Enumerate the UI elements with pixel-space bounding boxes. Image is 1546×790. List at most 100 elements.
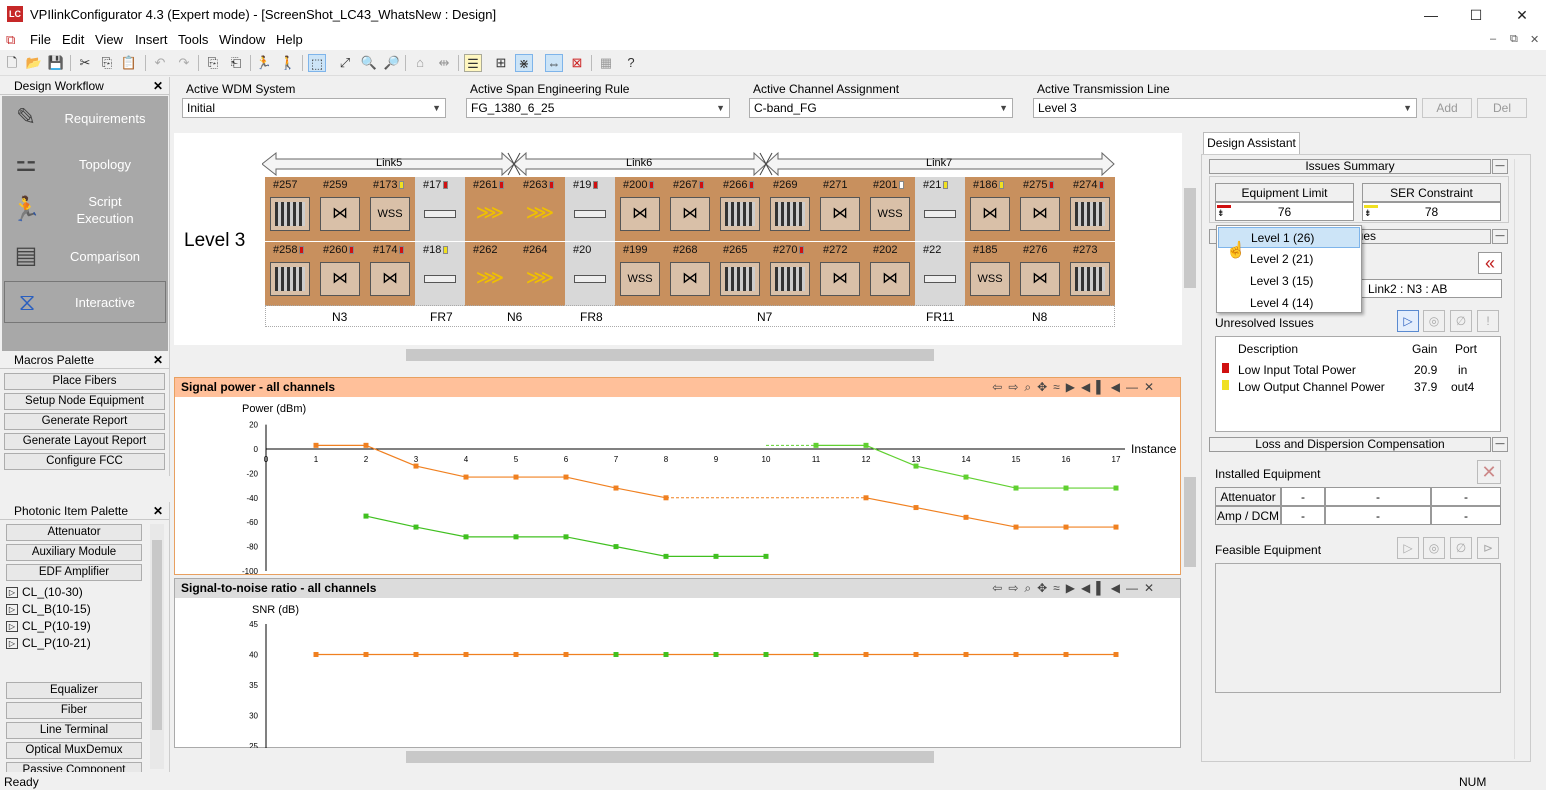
ignore-icon[interactable]: ∅ xyxy=(1450,537,1472,559)
equipment-icon[interactable]: ⋈ xyxy=(970,197,1010,231)
equipment-icon[interactable] xyxy=(570,262,610,296)
equipment-icon[interactable]: ⋙ xyxy=(470,197,510,231)
redo-icon[interactable]: ↷ xyxy=(175,54,193,72)
issue-desc[interactable]: Low Output Channel Power xyxy=(1238,380,1385,394)
layout-icon[interactable]: ⊞ xyxy=(492,54,510,72)
equipment-icon[interactable]: ⋈ xyxy=(670,197,710,231)
design-canvas[interactable]: Level 3 Link5 Link6 Link7 #257 #258 #259 ⋈ #… xyxy=(174,133,1182,345)
amp-item[interactable]: ▷ CL_(10-30) xyxy=(6,584,83,601)
equipment-icon[interactable]: ⋈ xyxy=(320,197,360,231)
equipment-icon[interactable] xyxy=(570,197,610,231)
mdi-minimize-icon[interactable]: – xyxy=(1490,33,1496,45)
zoom-out-icon[interactable]: 🔎 xyxy=(383,54,401,72)
equipment-icon[interactable]: ⋙ xyxy=(520,262,560,296)
photonic-fiber[interactable]: Fiber xyxy=(6,702,142,719)
equipment-icon[interactable] xyxy=(920,262,960,296)
canvas-hscroll[interactable] xyxy=(174,346,1182,364)
list-icon[interactable]: ☰ xyxy=(464,54,482,72)
issue-desc[interactable]: Low Input Total Power xyxy=(1238,363,1356,377)
panel-close-icon[interactable]: ✕ xyxy=(153,351,163,369)
equipment-icon[interactable]: WSS xyxy=(370,197,410,231)
menu-window[interactable]: Window xyxy=(219,32,265,47)
equipment-icon[interactable] xyxy=(420,262,460,296)
play-icon[interactable]: ▷ xyxy=(1397,537,1419,559)
equipment-icon[interactable]: ⋙ xyxy=(470,262,510,296)
collapse-icon[interactable]: — xyxy=(1492,437,1508,452)
equipment-icon[interactable] xyxy=(720,262,760,296)
photonic-auxiliary[interactable]: Auxiliary Module xyxy=(6,544,142,561)
add-button[interactable]: Add xyxy=(1422,98,1472,118)
copy-icon[interactable]: ⎘ xyxy=(98,54,116,72)
cut-icon[interactable]: ✂ xyxy=(76,54,94,72)
equipment-icon[interactable] xyxy=(1070,262,1110,296)
zoom-in-icon[interactable]: 🔍 xyxy=(360,54,378,72)
equipment-icon[interactable] xyxy=(270,197,310,231)
channel-select[interactable]: C-band_FG ▼ xyxy=(749,98,1013,118)
stop-icon[interactable]: 🚶 xyxy=(279,54,297,72)
equipment-icon[interactable] xyxy=(770,197,810,231)
equipment-icon[interactable]: ⋙ xyxy=(520,197,560,231)
macro-layout-report[interactable]: Generate Layout Report xyxy=(4,433,165,450)
panel-close-icon[interactable]: ✕ xyxy=(153,502,163,520)
dropdown-item-level3[interactable]: Level 3 (15) xyxy=(1218,271,1360,292)
photonic-equalizer[interactable]: Equalizer xyxy=(6,682,142,699)
photonic-line-terminal[interactable]: Line Terminal xyxy=(6,722,142,739)
loop-icon[interactable]: ◎ xyxy=(1423,310,1445,332)
equipment-icon[interactable]: WSS xyxy=(620,262,660,296)
collapse-icon[interactable]: — xyxy=(1492,159,1508,174)
chart-tools-icon[interactable]: ⇦⇨⌕✥≈▶◀▌◀—✕ xyxy=(992,579,1160,598)
amp-insert-icon[interactable]: ⊳ xyxy=(1477,537,1499,559)
minimize-icon[interactable]: — xyxy=(1420,4,1442,26)
copy-design-icon[interactable]: ⎘ xyxy=(204,54,222,72)
equipment-icon[interactable]: ⋈ xyxy=(370,262,410,296)
equipment-icon[interactable]: ⋈ xyxy=(820,262,860,296)
photonic-muxdemux[interactable]: Optical MuxDemux xyxy=(6,742,142,759)
amp-item[interactable]: ▷ CL_P(10-19) xyxy=(6,618,91,635)
workflow-script-execution[interactable]: 🏃 Script Execution xyxy=(4,189,166,231)
canvas-vscroll[interactable] xyxy=(1182,133,1198,346)
workflow-interactive[interactable]: ⧖ Interactive xyxy=(4,281,166,323)
node-icon[interactable]: ⌂ xyxy=(411,54,429,72)
chart-tools-icon[interactable]: ⇦⇨⌕✥≈▶◀▌◀—✕ xyxy=(992,378,1160,397)
macro-place-fibers[interactable]: Place Fibers xyxy=(4,373,165,390)
back-icon[interactable]: « xyxy=(1478,252,1502,274)
span-select[interactable]: FG_1380_6_25 ▼ xyxy=(466,98,730,118)
amp-item[interactable]: ▷ CL_B(10-15) xyxy=(6,601,91,618)
equipment-icon[interactable]: ⋈ xyxy=(320,262,360,296)
equipment-icon[interactable]: WSS xyxy=(870,197,910,231)
level-dropdown[interactable]: Level 1 (26) Level 2 (21) Level 3 (15) L… xyxy=(1216,225,1362,313)
equipment-icon[interactable] xyxy=(270,262,310,296)
photonic-passive[interactable]: Passive Component xyxy=(6,762,142,772)
equipment-icon[interactable]: ⊠ xyxy=(568,54,586,72)
macro-configure-fcc[interactable]: Configure FCC xyxy=(4,453,165,470)
assistant-vscroll[interactable] xyxy=(1514,159,1528,759)
macro-setup-node[interactable]: Setup Node Equipment xyxy=(4,393,165,410)
del-button[interactable]: Del xyxy=(1477,98,1527,118)
undo-icon[interactable]: ↶ xyxy=(151,54,169,72)
help-icon[interactable]: ? xyxy=(622,54,640,72)
menu-view[interactable]: View xyxy=(95,32,123,47)
new-icon[interactable]: 🗋 xyxy=(3,54,21,72)
tab-design-assistant[interactable]: Design Assistant xyxy=(1203,132,1300,154)
equipment-icon[interactable]: ⋈ xyxy=(1020,197,1060,231)
ignore-icon[interactable]: ∅ xyxy=(1450,310,1472,332)
open-icon[interactable]: 📂 xyxy=(25,54,43,72)
charts-hscroll[interactable] xyxy=(174,748,1182,766)
sort-icon[interactable]: ⇟ xyxy=(1217,205,1231,218)
equipment-icon[interactable]: ⋈ xyxy=(620,197,660,231)
mdi-icon[interactable]: ⧉ xyxy=(6,32,15,48)
collapse-icon[interactable]: — xyxy=(1492,229,1508,244)
maximize-icon[interactable]: ☐ xyxy=(1465,4,1487,26)
run-icon[interactable]: 🏃 xyxy=(255,54,273,72)
equipment-icon[interactable]: ⋈ xyxy=(820,197,860,231)
alert-icon[interactable]: ! xyxy=(1477,310,1499,332)
palette-scrollbar[interactable] xyxy=(150,524,164,769)
equipment-icon[interactable] xyxy=(420,197,460,231)
save-icon[interactable]: 💾 xyxy=(47,54,65,72)
charts-vscroll[interactable] xyxy=(1182,377,1198,603)
select-icon[interactable]: ⬚ xyxy=(308,54,326,72)
menu-file[interactable]: File xyxy=(30,32,51,47)
report-icon[interactable]: ▦ xyxy=(597,54,615,72)
line-select[interactable]: Level 3 ▼ xyxy=(1033,98,1417,118)
dropdown-item-level4[interactable]: Level 4 (14) xyxy=(1218,293,1360,314)
